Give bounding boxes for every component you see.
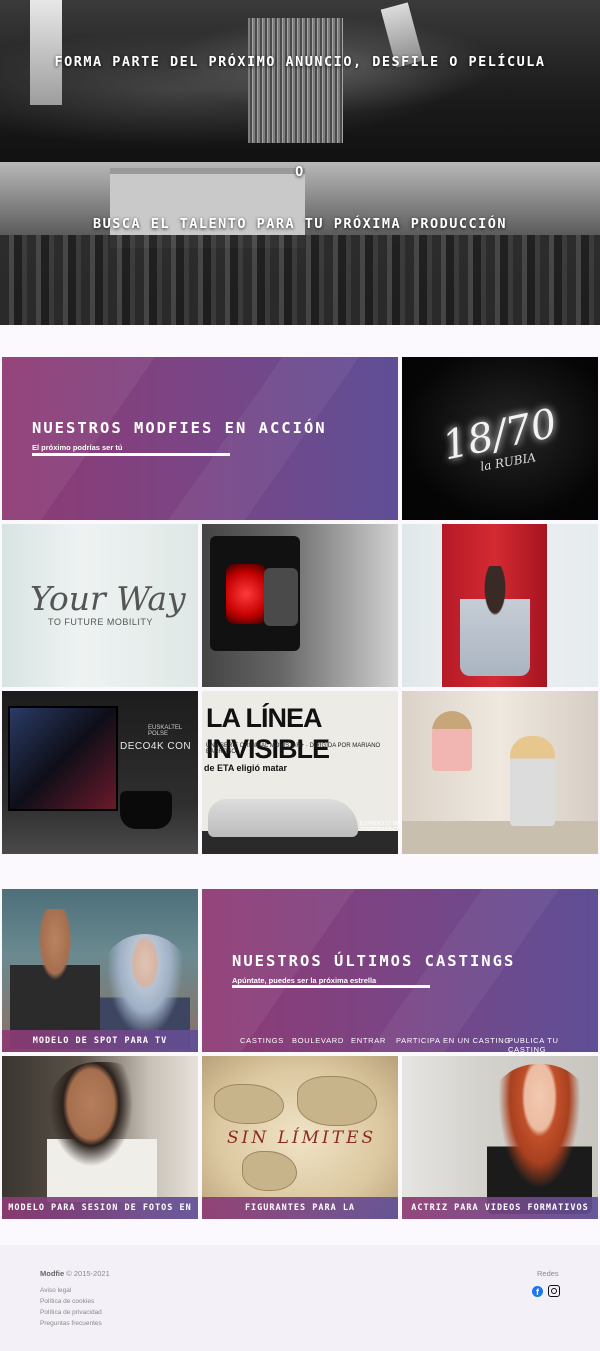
linea-tagline: de ETA eligió matar	[204, 763, 288, 773]
your-way-logo: Your Way	[30, 579, 186, 618]
link-faq[interactable]: Preguntas frecuentes	[40, 1320, 102, 1327]
nav-participa[interactable]: PARTICIPA EN UN CASTING	[396, 1036, 511, 1045]
walk-figure-icon	[264, 568, 298, 626]
hero-separator: O	[295, 164, 305, 180]
map-continent-decoration	[214, 1084, 284, 1124]
social-title: Redes	[537, 1269, 559, 1278]
brand-name: Modfie	[40, 1269, 65, 1278]
linea-footer: ESTRENO 17 DE TEMPORADA.COM	[360, 821, 398, 833]
map-continent-decoration	[297, 1076, 377, 1126]
nav-publica[interactable]: PUBLICA TU CASTING	[508, 1036, 598, 1052]
car-image	[208, 799, 358, 837]
casting-caption: FIGURANTES PARA LA	[202, 1197, 398, 1219]
map-continent-decoration	[242, 1151, 297, 1191]
castings-title: NUESTROS ÚLTIMOS CASTINGS	[232, 952, 516, 970]
modfies-title: NUESTROS MODFIES EN ACCIÓN	[32, 419, 327, 437]
modfie-project-traffic-light[interactable]	[202, 524, 398, 687]
modfie-project-red-chair[interactable]	[402, 524, 598, 687]
floor-decoration	[402, 821, 598, 854]
link-cookies[interactable]: Política de cookies	[40, 1298, 94, 1305]
hero-banner: FORMA PARTE DEL PRÓXIMO ANUNCIO, DESFILE…	[0, 0, 600, 325]
girl-figure-image	[432, 711, 472, 771]
hero-studio-image	[0, 0, 600, 162]
tv-box-image	[120, 791, 172, 829]
modfie-project-la-linea-invisible[interactable]: LA LÍNEA INVISIBLE UNA SERIE ORIGINAL MO…	[202, 691, 398, 854]
woman-figure-image	[460, 566, 530, 676]
crowd-decoration	[0, 235, 600, 325]
hero-headline-1: FORMA PARTE DEL PRÓXIMO ANUNCIO, DESFILE…	[54, 54, 546, 70]
instagram-icon[interactable]	[548, 1285, 560, 1297]
tv-screen-image	[8, 706, 118, 811]
traffic-signal-image	[210, 536, 300, 651]
footer-brand: Modfie © 2015-2021	[40, 1269, 110, 1278]
man-figure-image	[10, 909, 100, 1049]
casting-card-title: ACTRIZ PARA VÍDEOS FORMATIVOS	[411, 1203, 589, 1213]
hero-headline-2: BUSCA EL TALENTO PARA TU PRÓXIMA PRODUCC…	[93, 216, 507, 232]
castings-heading-panel: NUESTROS ÚLTIMOS CASTINGS Apúntate, pued…	[202, 889, 598, 1052]
sin-limites-title: SIN LÍMITES	[227, 1128, 377, 1148]
casting-card-photo-session[interactable]: MODELO PARA SESIÓN DE FOTOS EN	[2, 1056, 198, 1219]
modfie-project-deco4k[interactable]: EUSKALTEL POLSE DECO4K CON	[2, 691, 198, 854]
stop-hand-icon	[226, 564, 266, 624]
casting-card-figurantes[interactable]: SIN LÍMITES FIGURANTES PARA LA	[202, 1056, 398, 1219]
link-aviso-legal[interactable]: Aviso legal	[40, 1287, 71, 1294]
modfie-project-1870[interactable]: 18/70 la RUBIA	[402, 357, 598, 520]
casting-card-title: MODELO PARA SESIÓN DE FOTOS EN	[8, 1203, 192, 1213]
modfies-heading-panel: NUESTROS MODFIES EN ACCIÓN El próximo po…	[2, 357, 398, 520]
casting-card-title: FIGURANTES PARA LA	[244, 1203, 356, 1213]
casting-caption: MODELO PARA SESIÓN DE FOTOS EN	[2, 1197, 198, 1219]
nav-entrar[interactable]: ENTRAR	[351, 1036, 386, 1045]
modfies-subtitle: El próximo podrías ser tú	[32, 443, 123, 452]
casting-caption: ACTRIZ PARA VÍDEOS FORMATIVOS	[402, 1197, 598, 1219]
nav-boulevard[interactable]: BOULEVARD	[292, 1036, 344, 1045]
linea-title: LA LÍNEA INVISIBLE	[206, 703, 330, 764]
light-box-decoration	[30, 0, 62, 105]
nav-castings[interactable]: CASTINGS	[240, 1036, 284, 1045]
castings-subtitle: Apúntate, puedes ser la próxima estrella	[232, 976, 377, 985]
redhead-woman-image	[487, 1064, 592, 1214]
casting-caption: MODELO DE SPOT PARA TV	[2, 1030, 198, 1052]
tv-product-label: DECO4K CON	[120, 741, 192, 752]
footer: Modfie © 2015-2021 Aviso legal Política …	[0, 1245, 600, 1351]
modfie-project-kids-room[interactable]	[402, 691, 598, 854]
facebook-icon[interactable]: f	[532, 1286, 543, 1297]
linea-credits: UNA SERIE ORIGINAL MOVISTAR+ · DIRIGIDA …	[206, 743, 381, 755]
casting-card-spot-tv[interactable]: MODELO DE SPOT PARA TV	[2, 889, 198, 1052]
link-privacidad[interactable]: Política de privacidad	[40, 1309, 102, 1316]
casting-card-actriz[interactable]: ACTRIZ PARA VÍDEOS FORMATIVOS	[402, 1056, 598, 1219]
castings-underline	[232, 985, 430, 988]
curtain-decoration	[248, 18, 343, 143]
your-way-tagline: TO FUTURE MOBILITY	[48, 617, 153, 627]
modfie-project-your-way[interactable]: Your Way TO FUTURE MOBILITY	[2, 524, 198, 687]
bearded-man-image	[47, 1062, 157, 1202]
casting-card-title: MODELO DE SPOT PARA TV	[32, 1036, 168, 1046]
copyright: © 2015-2021	[66, 1269, 110, 1278]
tv-brand-label: EUSKALTEL POLSE	[148, 725, 183, 737]
boy-figure-image	[510, 736, 555, 826]
modfies-underline	[32, 453, 230, 456]
